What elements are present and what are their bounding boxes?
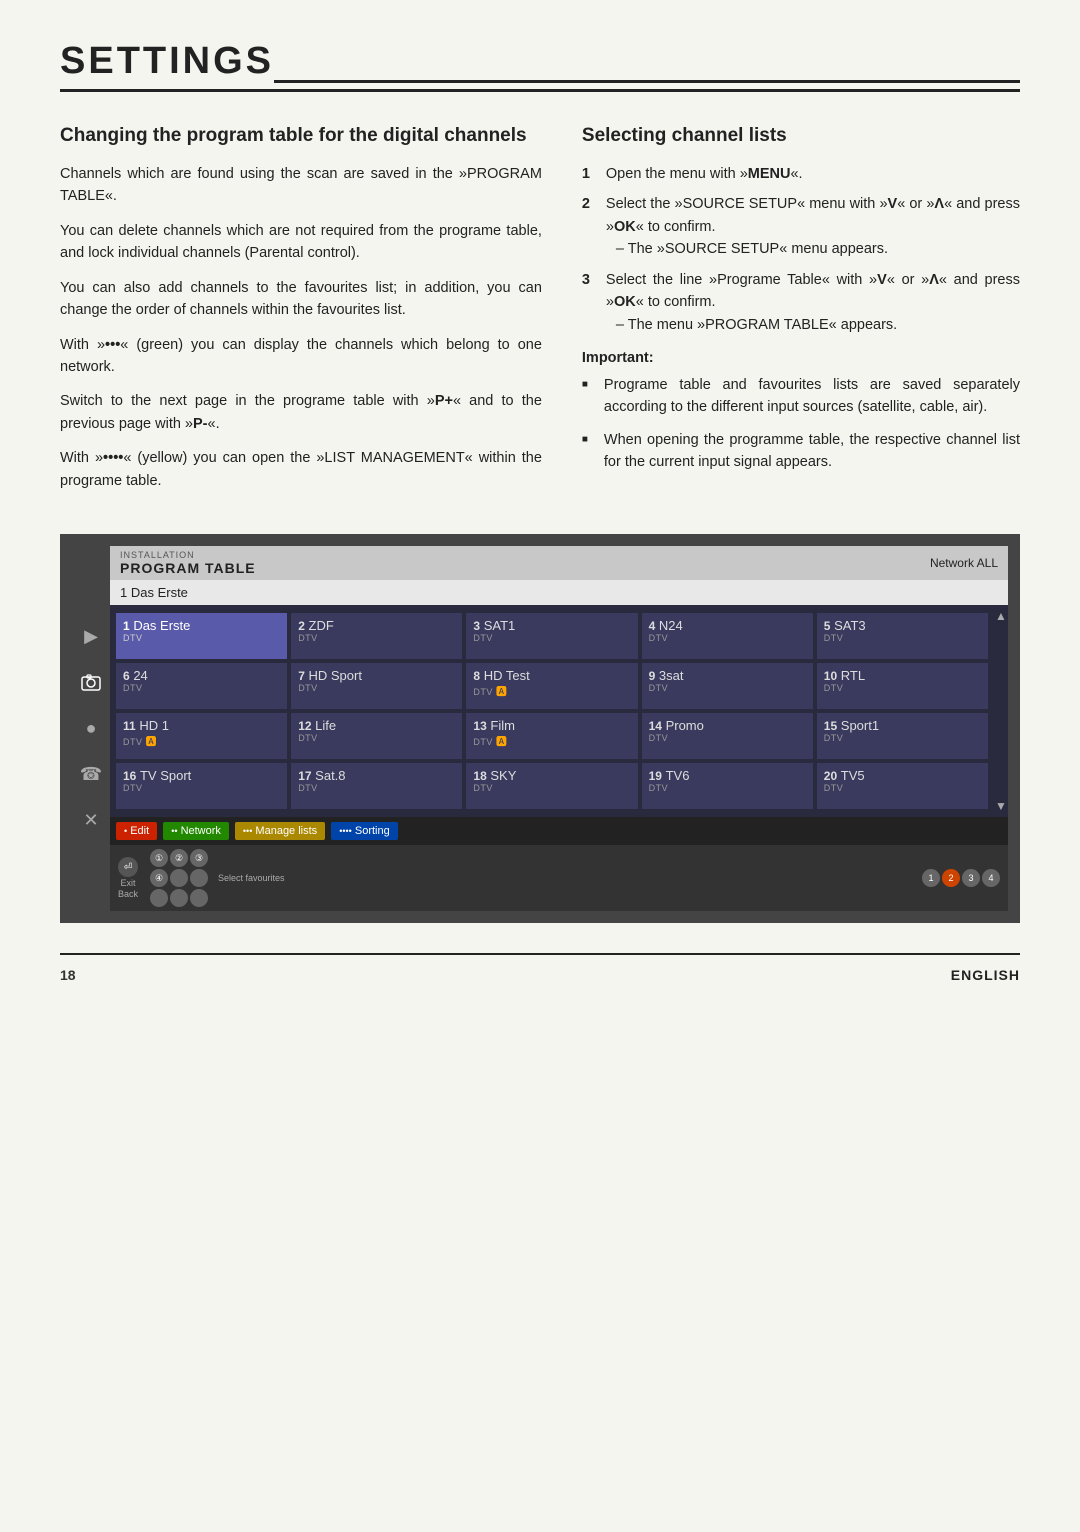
channel-6[interactable]: 6 24 DTV (116, 663, 287, 709)
tv-footer: ⏎ Exit Back ① ② ③ ④ Select favourites (110, 845, 1008, 911)
steps-list: 1 Open the menu with »MENU«. 2 Select th… (582, 163, 1020, 336)
channel-14[interactable]: 14 Promo DTV (642, 713, 813, 759)
channel-19[interactable]: 19 TV6 DTV (642, 763, 813, 809)
program-table-header: INSTALLATION PROGRAM TABLE Network ALL (110, 546, 1008, 580)
channel-5[interactable]: 5 SAT3 DTV (817, 613, 988, 659)
tv-sidebar: ▶ ● ☎ ✕ (72, 546, 110, 911)
page-numbers: 1 2 3 4 (922, 869, 1000, 887)
channel-grid-wrapper: 1 Das Erste DTV 2 ZDF DTV 3 SAT1 DTV 4 N… (110, 605, 1008, 817)
fav-grid-wrapper: ① ② ③ ④ (150, 849, 208, 907)
tv-ui-screenshot: ▶ ● ☎ ✕ INSTALLATION PROGRAM TABLE Netwo… (60, 534, 1020, 923)
page-footer: 18 ENGLISH (60, 953, 1020, 983)
left-para-4: With »•••« (green) you can display the c… (60, 334, 542, 379)
network-label: Network ALL (930, 556, 998, 570)
exit-label: Exit (121, 878, 136, 888)
fav-btn-4[interactable]: ④ (150, 869, 168, 887)
page-num-4[interactable]: 4 (982, 869, 1000, 887)
left-para-5: Switch to the next page in the programe … (60, 390, 542, 435)
installation-label: INSTALLATION (120, 550, 256, 560)
channel-20[interactable]: 20 TV5 DTV (817, 763, 988, 809)
fav-btn-7[interactable] (150, 889, 168, 907)
channel-11[interactable]: 11 HD 1 DTV 🅰 (116, 713, 287, 759)
channel-16[interactable]: 16 TV Sport DTV (116, 763, 287, 809)
circle-icon: ● (77, 715, 105, 743)
page-title: SETTINGS (60, 40, 1020, 92)
channel-7[interactable]: 7 HD Sport DTV (291, 663, 462, 709)
important-bullets: Programe table and favourites lists are … (582, 374, 1020, 474)
left-section-title: Changing the program table for the digit… (60, 124, 542, 149)
bullet-2: When opening the programme table, the re… (582, 429, 1020, 474)
fav-btn-2[interactable]: ② (170, 849, 188, 867)
right-column: Selecting channel lists 1 Open the menu … (582, 124, 1020, 504)
fav-btn-8[interactable] (170, 889, 188, 907)
tool-icon: ✕ (77, 807, 105, 835)
channel-12[interactable]: 12 Life DTV (291, 713, 462, 759)
channel-18[interactable]: 18 SKY DTV (466, 763, 637, 809)
bullet-1: Programe table and favourites lists are … (582, 374, 1020, 419)
scroll-indicator: ▲ ▼ (994, 605, 1008, 817)
exit-back-icon[interactable]: ⏎ (118, 857, 138, 877)
step-3: 3 Select the line »Programe Table« with … (582, 269, 1020, 336)
page-number: 18 (60, 967, 76, 983)
channel-10[interactable]: 10 RTL DTV (817, 663, 988, 709)
language-label: ENGLISH (951, 967, 1020, 983)
left-para-6: With »••••« (yellow) you can open the »L… (60, 447, 542, 492)
manage-lists-button[interactable]: ••• Manage lists (235, 822, 325, 840)
scroll-up-arrow[interactable]: ▲ (995, 609, 1007, 623)
phone-icon: ☎ (77, 761, 105, 789)
important-label: Important: (582, 350, 1020, 366)
program-table-title: PROGRAM TABLE (120, 560, 256, 576)
back-label: Back (118, 889, 138, 899)
sorting-button[interactable]: •••• Sorting (331, 822, 398, 840)
left-para-1: Channels which are found using the scan … (60, 163, 542, 208)
page-num-3[interactable]: 3 (962, 869, 980, 887)
channel-9[interactable]: 9 3sat DTV (642, 663, 813, 709)
select-favourites-label: Select favourites (218, 873, 285, 883)
channel-1[interactable]: 1 Das Erste DTV (116, 613, 287, 659)
page-num-1[interactable]: 1 (922, 869, 940, 887)
channel-15[interactable]: 15 Sport1 DTV (817, 713, 988, 759)
channel-2[interactable]: 2 ZDF DTV (291, 613, 462, 659)
fav-btn-9[interactable] (190, 889, 208, 907)
channel-8[interactable]: 8 HD Test DTV 🅰 (466, 663, 637, 709)
channel-4[interactable]: 4 N24 DTV (642, 613, 813, 659)
channel-grid: 1 Das Erste DTV 2 ZDF DTV 3 SAT1 DTV 4 N… (110, 605, 994, 817)
play-icon: ▶ (77, 623, 105, 651)
main-content: Changing the program table for the digit… (60, 124, 1020, 504)
scroll-down-arrow[interactable]: ▼ (995, 799, 1007, 813)
tv-main-area: INSTALLATION PROGRAM TABLE Network ALL 1… (110, 546, 1008, 911)
left-column: Changing the program table for the digit… (60, 124, 542, 504)
left-para-3: You can also add channels to the favouri… (60, 277, 542, 322)
button-bar: • Edit •• Network ••• Manage lists •••• … (110, 817, 1008, 845)
page-number-row: 1 2 3 4 (922, 869, 1000, 887)
step-2: 2 Select the »SOURCE SETUP« menu with »V… (582, 193, 1020, 260)
network-button[interactable]: •• Network (163, 822, 229, 840)
selected-channel-row: 1 Das Erste (110, 580, 1008, 605)
fav-btn-3[interactable]: ③ (190, 849, 208, 867)
exit-back-control: ⏎ Exit Back (118, 857, 138, 899)
camera-icon (77, 669, 105, 697)
right-section-title: Selecting channel lists (582, 124, 1020, 149)
channel-3[interactable]: 3 SAT1 DTV (466, 613, 637, 659)
channel-17[interactable]: 17 Sat.8 DTV (291, 763, 462, 809)
edit-button[interactable]: • Edit (116, 822, 157, 840)
fav-btn-1[interactable]: ① (150, 849, 168, 867)
page-num-2[interactable]: 2 (942, 869, 960, 887)
left-para-2: You can delete channels which are not re… (60, 220, 542, 265)
fav-btn-6[interactable] (190, 869, 208, 887)
step-1: 1 Open the menu with »MENU«. (582, 163, 1020, 185)
fav-btn-5[interactable] (170, 869, 188, 887)
fav-section: ① ② ③ ④ Select favourites (150, 849, 285, 907)
channel-13[interactable]: 13 Film DTV 🅰 (466, 713, 637, 759)
